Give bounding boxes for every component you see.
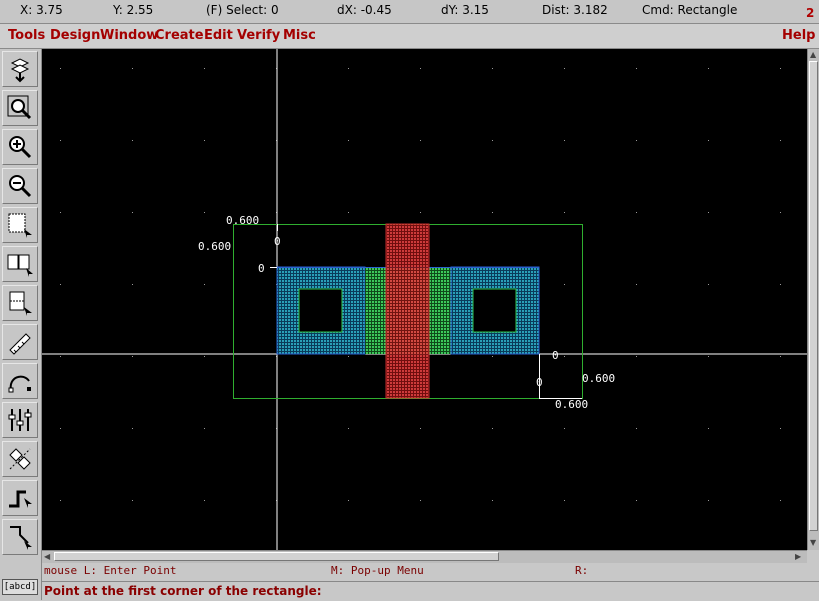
arc-tool[interactable] (2, 363, 38, 399)
zoom-out-icon (9, 175, 32, 198)
multi-select-icon (7, 254, 33, 277)
zoom-in-icon (9, 136, 32, 159)
hint-right-button: R: (575, 564, 589, 577)
menu-help[interactable]: Help (782, 28, 815, 43)
step-wire-icon (9, 490, 32, 508)
dim-right-zero: 0 (552, 349, 559, 362)
menu-bar: Tools Design Window Create Edit Verify M… (0, 24, 819, 49)
transform-icon (9, 448, 31, 470)
zoom-fit-icon (7, 95, 32, 120)
partial-select-tool[interactable] (2, 285, 38, 321)
arc-icon (8, 375, 31, 393)
layout-canvas[interactable]: 0.600 0.600 0 0 0 0 0.600 0.600 (42, 49, 807, 550)
menu-verify[interactable]: Verify (237, 28, 280, 43)
align-icon (8, 409, 32, 431)
polygon-icon (10, 526, 32, 550)
ruler-tool[interactable] (2, 324, 38, 360)
tool-palette: [abcd] (0, 49, 42, 600)
menu-design[interactable]: Design (50, 28, 100, 43)
zoom-out-tool[interactable] (2, 168, 38, 204)
layer-select-tool[interactable] (2, 51, 38, 87)
dim-bottom-width: 0.600 (555, 398, 588, 411)
dim-right-height: 0.600 (582, 372, 615, 385)
contact-right[interactable] (472, 288, 517, 333)
mouse-hint-bar: mouse L: Enter Point M: Pop-up Menu R: (42, 563, 819, 579)
select-box-tool[interactable] (2, 207, 38, 243)
hint-left-button: mouse L: Enter Point (44, 564, 177, 577)
dim-top-zero: 0 (274, 235, 281, 248)
prompt-bar: Point at the first corner of the rectang… (42, 581, 819, 601)
contact-left[interactable] (298, 288, 343, 333)
status-bar: X: 3.75 Y: 2.55 (F) Select: 0 dX: -0.45 … (0, 0, 819, 24)
menu-window[interactable]: Window (100, 28, 158, 43)
window-number: 2 (806, 6, 815, 20)
zoom-in-tool[interactable] (2, 129, 38, 165)
horizontal-scroll-thumb[interactable] (54, 552, 499, 561)
delta-x-readout: dX: -0.45 (337, 3, 392, 17)
hint-middle-button: M: Pop-up Menu (331, 564, 424, 577)
ruler-icon (9, 333, 31, 355)
scroll-left-arrow-icon[interactable]: ◀ (44, 552, 50, 562)
poly-gate[interactable] (385, 223, 430, 399)
layout-drawing: 0.600 0.600 0 0 0 0 0.600 0.600 (42, 49, 807, 550)
vertical-scrollbar[interactable]: ▲ ▼ (807, 49, 819, 550)
polygon-tool[interactable] (2, 519, 38, 555)
command-prompt: Point at the first corner of the rectang… (44, 584, 322, 598)
delta-y-readout: dY: 3.15 (441, 3, 489, 17)
select-box-icon (8, 213, 32, 238)
dim-left-zero: 0 (258, 262, 265, 275)
partial-select-icon (9, 291, 32, 316)
vertical-scroll-thumb[interactable] (809, 61, 818, 531)
horizontal-scrollbar[interactable]: ◀ ▶ (42, 550, 807, 563)
zoom-fit-tool[interactable] (2, 90, 38, 126)
menu-tools[interactable]: Tools (8, 28, 45, 43)
distance-readout: Dist: 3.182 (542, 3, 608, 17)
align-tool[interactable] (2, 402, 38, 438)
label-tool[interactable]: [abcd] (2, 579, 38, 595)
menu-edit[interactable]: Edit (204, 28, 233, 43)
layer-select-icon (10, 58, 30, 83)
cursor-x-readout: X: 3.75 (20, 3, 63, 17)
select-count: (F) Select: 0 (206, 3, 279, 17)
scroll-down-arrow-icon[interactable]: ▼ (810, 538, 816, 548)
menu-create[interactable]: Create (155, 28, 204, 43)
dim-top-width: 0.600 (226, 214, 259, 227)
scroll-up-arrow-icon[interactable]: ▲ (810, 50, 816, 60)
dim-bottom-zero: 0 (536, 376, 543, 389)
dim-left-height: 0.600 (198, 240, 231, 253)
transform-tool[interactable] (2, 441, 38, 477)
multi-select-tool[interactable] (2, 246, 38, 282)
scroll-right-arrow-icon[interactable]: ▶ (795, 552, 801, 562)
menu-misc[interactable]: Misc (283, 28, 316, 43)
current-command: Cmd: Rectangle (642, 3, 738, 17)
cursor-y-readout: Y: 2.55 (113, 3, 154, 17)
step-wire-tool[interactable] (2, 480, 38, 516)
